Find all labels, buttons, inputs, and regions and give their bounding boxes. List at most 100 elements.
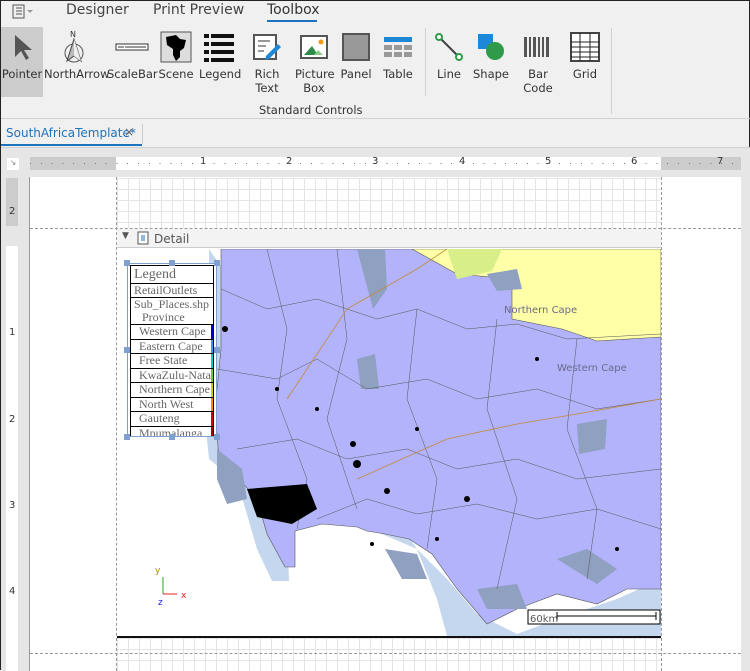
tool-northarrow[interactable]: N NorthArrow: [44, 27, 110, 97]
north-arrow-icon: N: [64, 30, 84, 63]
vertical-ruler[interactable]: [6, 246, 18, 671]
map-label-western-cape: Western Cape: [557, 363, 627, 374]
table-icon: [384, 37, 412, 57]
horizontal-ruler[interactable]: 1 2 3 4 5 6 7: [30, 156, 741, 170]
resize-handle[interactable]: [169, 260, 175, 266]
legend-item: Eastern Cape: [130, 339, 214, 354]
ruler-label: 3: [372, 156, 379, 167]
tool-legend[interactable]: Legend: [199, 27, 242, 97]
svg-text:x: x: [181, 591, 187, 601]
africa-map-icon: [160, 31, 192, 63]
tool-line[interactable]: Line: [431, 27, 467, 97]
map-label-northern-cape: Northern Cape: [504, 305, 577, 316]
legend-swatch: [211, 383, 213, 397]
legend-item: Sub_Places.shp Province: [130, 298, 214, 325]
tool-scalebar[interactable]: ScaleBar: [107, 27, 158, 97]
svg-text:N: N: [70, 30, 76, 39]
tool-label: Shape: [473, 67, 510, 81]
legend-item: Western Cape: [130, 324, 214, 340]
legend-item: Northern Cape: [130, 382, 214, 398]
ruler-label: 7: [717, 156, 724, 167]
legend-swatch: [211, 354, 213, 368]
tool-rich-text[interactable]: Rich Text: [242, 27, 292, 97]
resize-handle[interactable]: [169, 434, 175, 440]
ruler-label: 4: [9, 586, 16, 597]
band-label: Detail: [154, 232, 190, 246]
tab-print-preview[interactable]: Print Preview: [153, 2, 244, 18]
legend-item: North West: [130, 397, 214, 412]
picture-icon: [300, 35, 328, 59]
ruler-label: 6: [631, 156, 638, 167]
ruler-corner[interactable]: ↘: [7, 158, 19, 170]
tool-label: NorthArrow: [44, 67, 110, 81]
resize-handle[interactable]: [124, 260, 130, 266]
ruler-label: 1: [9, 327, 16, 338]
detail-band-header[interactable]: ▼ Detail: [117, 229, 661, 248]
resize-handle[interactable]: [214, 347, 220, 353]
scale-bar: 60km: [527, 609, 661, 625]
legend-swatch: [211, 368, 213, 382]
group-separator: [425, 28, 426, 96]
resize-handle[interactable]: [214, 260, 220, 266]
tool-grid[interactable]: Grid: [567, 27, 603, 97]
legend-swatch: [211, 339, 213, 353]
tool-table[interactable]: Table: [380, 27, 416, 97]
tool-label: Pointer: [1, 67, 43, 81]
resize-handle[interactable]: [214, 434, 220, 440]
vertical-ruler-header[interactable]: [6, 178, 18, 226]
legend-item: Free State: [130, 353, 214, 369]
tool-label: Table: [383, 67, 413, 81]
tool-pointer[interactable]: Pointer: [1, 27, 43, 97]
tool-barcode[interactable]: Bar Code: [513, 27, 563, 97]
document-menu-icon: [12, 4, 33, 19]
shape-icon: [478, 34, 504, 60]
legend-swatch: [211, 397, 213, 411]
margin-right: [661, 177, 662, 671]
svg-text:y: y: [155, 566, 161, 576]
resize-handle[interactable]: [124, 434, 130, 440]
page-margin-bottom: [30, 653, 741, 654]
resize-handle[interactable]: [124, 347, 130, 353]
ruler-label: 3: [9, 500, 16, 511]
legend-item: KwaZulu-Natal: [130, 368, 214, 383]
footer-band[interactable]: [117, 638, 661, 671]
page-header-band[interactable]: [117, 178, 661, 228]
tool-label: Bar Code: [523, 67, 553, 95]
rich-text-icon: [253, 34, 281, 60]
legend-swatch: [211, 325, 213, 339]
tool-scene[interactable]: Scene: [158, 27, 194, 97]
svg-text:z: z: [158, 598, 163, 608]
grid-icon: [570, 32, 600, 62]
line-icon: [435, 33, 463, 61]
tool-label: Picture Box: [295, 67, 335, 95]
collapse-icon[interactable]: ▼: [122, 231, 129, 241]
tool-label: ScaleBar: [107, 67, 158, 81]
scale-bar-icon: [115, 43, 149, 51]
map-legend[interactable]: Legend RetailOutlets Sub_Places.shp Provi…: [127, 263, 217, 437]
tool-label: Rich Text: [254, 67, 280, 95]
tool-panel[interactable]: Panel: [338, 27, 374, 97]
tool-picture-box[interactable]: Picture Box: [295, 27, 335, 97]
app-menu-button[interactable]: [11, 4, 35, 20]
document-tab[interactable]: SouthAfricaTemplate* ×: [1, 119, 142, 147]
legend-item: RetailOutlets: [130, 284, 214, 298]
active-doc-indicator: [1, 144, 142, 146]
group-label-standard-controls: Standard Controls: [259, 103, 363, 117]
ruler-label: 2: [9, 414, 16, 425]
tool-shape[interactable]: Shape: [473, 27, 509, 97]
legend-swatch: [211, 426, 213, 436]
tool-label: Grid: [572, 67, 598, 81]
panel-icon: [342, 33, 370, 61]
band-icon: [137, 231, 149, 245]
ruler-label: 1: [200, 156, 207, 167]
legend-title: Legend: [130, 265, 214, 284]
ruler-label: 5: [545, 156, 552, 167]
tool-label: Legend: [199, 67, 242, 81]
tab-toolbox[interactable]: Toolbox: [267, 2, 320, 18]
close-icon[interactable]: ×: [124, 125, 134, 139]
group-separator: [611, 28, 612, 114]
tool-label: Scene: [158, 67, 194, 81]
barcode-icon: [524, 37, 549, 57]
tab-designer[interactable]: Designer: [66, 2, 129, 18]
tab-divider: [142, 124, 143, 144]
